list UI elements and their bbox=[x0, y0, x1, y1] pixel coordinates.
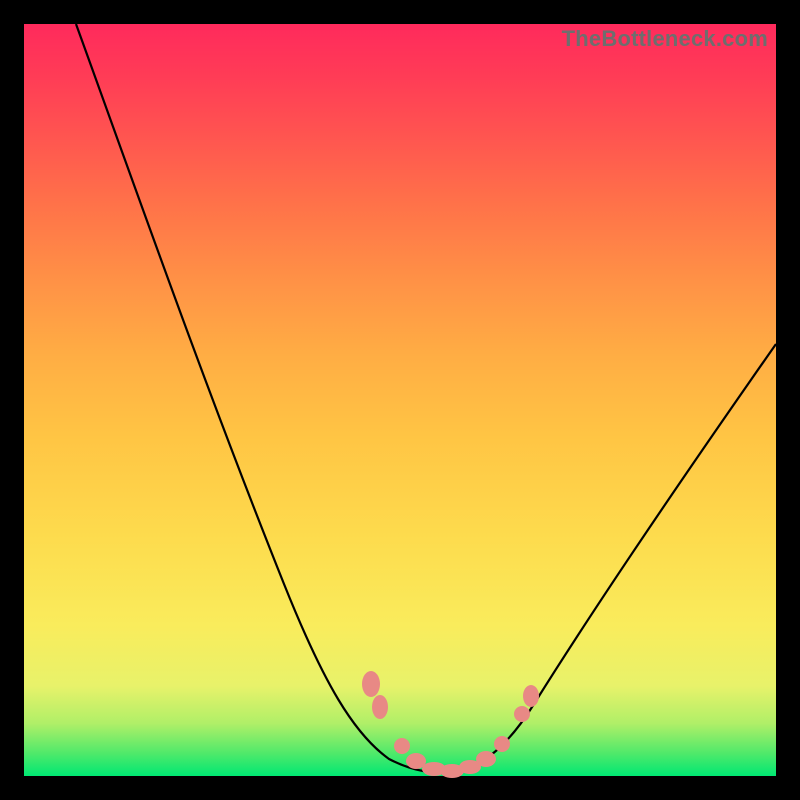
bottleneck-curve bbox=[76, 24, 776, 773]
marker-bead bbox=[394, 738, 410, 754]
marker-bead bbox=[494, 736, 510, 752]
outer-frame: TheBottleneck.com bbox=[0, 0, 800, 800]
chart-svg bbox=[24, 24, 776, 776]
plot-area: TheBottleneck.com bbox=[24, 24, 776, 776]
marker-bead bbox=[362, 671, 380, 697]
marker-bead bbox=[476, 751, 496, 767]
marker-bead bbox=[372, 695, 388, 719]
marker-bead bbox=[514, 706, 530, 722]
marker-group bbox=[362, 671, 539, 778]
marker-bead bbox=[523, 685, 539, 707]
